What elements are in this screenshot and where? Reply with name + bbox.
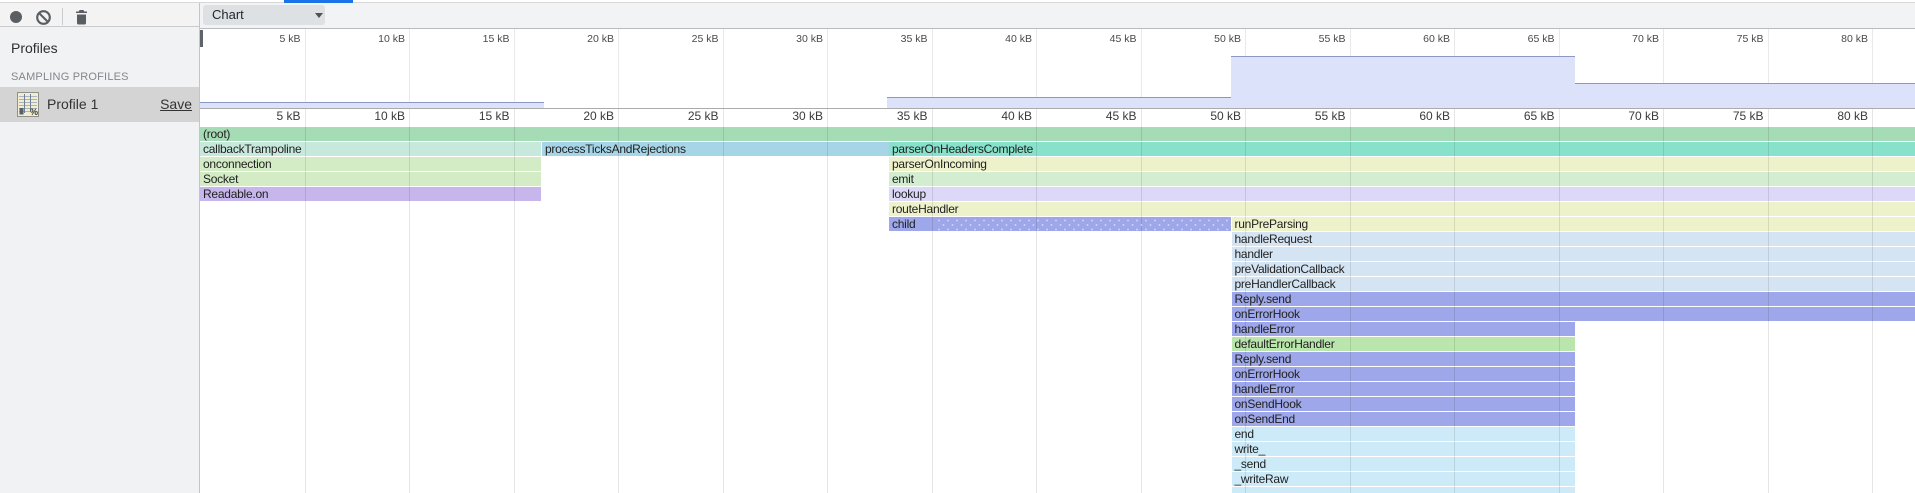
svg-text:%: % xyxy=(30,107,38,117)
